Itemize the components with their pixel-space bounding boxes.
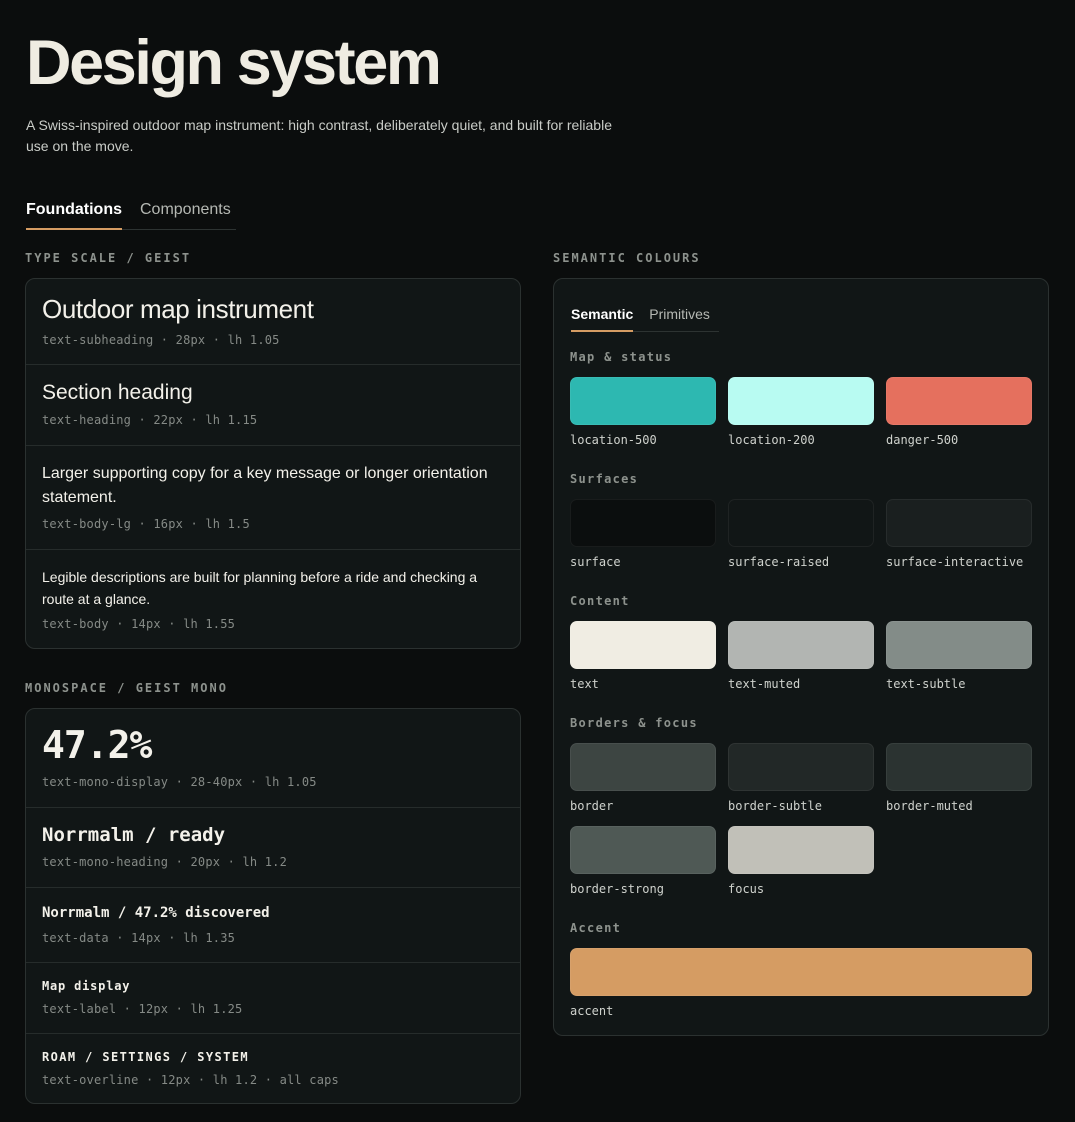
mono-spec-overline: text-overline · 12px · lh 1.2 · all caps	[42, 1073, 339, 1087]
type-sample-subheading: Outdoor map instrument	[42, 294, 314, 324]
swatch-label: focus	[728, 882, 765, 896]
colour-tabs: Semantic Primitives	[571, 306, 719, 332]
swatch-label: text-muted	[728, 677, 801, 691]
swatch-border-strong	[570, 826, 716, 874]
mono-row-heading: Norrmalm / ready text-mono-heading · 20p…	[26, 808, 520, 888]
type-sample-body: Legible descriptions are built for plann…	[42, 569, 478, 607]
swatch-label: border-subtle	[728, 799, 822, 813]
swatch-label: accent	[570, 1004, 614, 1018]
swatch-danger-500	[886, 377, 1032, 425]
group-title-borders-focus: Borders & focus	[570, 716, 698, 730]
mono-sample-display: 47.2%	[42, 723, 152, 767]
swatch-label: surface	[570, 555, 621, 569]
mono-sample-heading: Norrmalm / ready	[42, 824, 226, 846]
swatch-label: border	[570, 799, 614, 813]
mono-spec-display: text-mono-display · 28-40px · lh 1.05	[42, 775, 317, 789]
swatch-label: surface-interactive	[886, 555, 1024, 569]
group-title-surfaces: Surfaces	[570, 472, 639, 486]
swatch-text-subtle	[886, 621, 1032, 669]
swatch-label: danger-500	[886, 433, 959, 447]
swatch-label: text-subtle	[886, 677, 966, 691]
mono-row-overline: ROAM / SETTINGS / SYSTEM text-overline ·…	[26, 1034, 520, 1103]
swatch-label: text	[570, 677, 599, 691]
type-spec-heading: text-heading · 22px · lh 1.15	[42, 413, 258, 427]
type-spec-body: text-body · 14px · lh 1.55	[42, 617, 236, 631]
type-spec-body-lg: text-body-lg · 16px · lh 1.5	[42, 517, 250, 531]
tab-primitives[interactable]: Primitives	[649, 306, 710, 331]
group-title-accent: Accent	[570, 921, 622, 935]
mono-spec-data: text-data · 14px · lh 1.35	[42, 931, 236, 945]
tab-foundations[interactable]: Foundations	[26, 201, 122, 230]
swatch-label: location-500	[570, 433, 657, 447]
mono-sample-data: Norrmalm / 47.2% discovered	[42, 905, 270, 921]
swatch-text-muted	[728, 621, 874, 669]
swatch-text	[570, 621, 716, 669]
type-scale-card: Outdoor map instrument text-subheading ·…	[25, 278, 521, 649]
monospace-card: 47.2% text-mono-display · 28-40px · lh 1…	[25, 708, 521, 1104]
swatch-border-subtle	[728, 743, 874, 791]
swatch-label: border-strong	[570, 882, 664, 896]
group-title-map-status: Map & status	[570, 350, 673, 364]
main-tabs: Foundations Components	[26, 201, 236, 230]
swatch-focus	[728, 826, 874, 874]
mono-row-data: Norrmalm / 47.2% discovered text-data · …	[26, 888, 520, 963]
swatch-label: surface-raised	[728, 555, 830, 569]
mono-row-label: Map display text-label · 12px · lh 1.25	[26, 963, 520, 1034]
type-sample-heading: Section heading	[42, 381, 193, 404]
type-spec-subheading: text-subheading · 28px · lh 1.05	[42, 333, 280, 347]
semantic-colours-overline: SEMANTIC COLOURS	[553, 251, 701, 265]
swatch-accent	[570, 948, 1032, 996]
group-title-content: Content	[570, 594, 630, 608]
type-row-body: Legible descriptions are built for plann…	[26, 550, 520, 648]
type-sample-body-lg: Larger supporting copy for a key message…	[42, 465, 488, 506]
swatch-surface	[570, 499, 716, 547]
mono-spec-heading: text-mono-heading · 20px · lh 1.2	[42, 855, 288, 869]
mono-sample-overline: ROAM / SETTINGS / SYSTEM	[42, 1050, 249, 1064]
swatch-surface-raised	[728, 499, 874, 547]
tab-components[interactable]: Components	[140, 201, 231, 229]
mono-spec-label: text-label · 12px · lh 1.25	[42, 1002, 243, 1016]
swatch-location-500	[570, 377, 716, 425]
page-title: Design system	[26, 28, 442, 98]
swatch-label: border-muted	[886, 799, 973, 813]
swatch-border-muted	[886, 743, 1032, 791]
monospace-overline: MONOSPACE / GEIST MONO	[25, 681, 228, 695]
page-intro: A Swiss-inspired outdoor map instrument:…	[26, 117, 612, 154]
type-row-heading: Section heading text-heading · 22px · lh…	[26, 365, 520, 446]
type-scale-overline: TYPE SCALE / GEIST	[25, 251, 192, 265]
swatch-surface-interactive	[886, 499, 1032, 547]
swatch-location-200	[728, 377, 874, 425]
mono-sample-label: Map display	[42, 979, 131, 993]
swatch-label: location-200	[728, 433, 815, 447]
mono-row-display: 47.2% text-mono-display · 28-40px · lh 1…	[26, 709, 520, 808]
swatch-border	[570, 743, 716, 791]
type-row-body-lg: Larger supporting copy for a key message…	[26, 446, 520, 550]
type-row-subheading: Outdoor map instrument text-subheading ·…	[26, 279, 520, 365]
tab-semantic[interactable]: Semantic	[571, 306, 634, 332]
